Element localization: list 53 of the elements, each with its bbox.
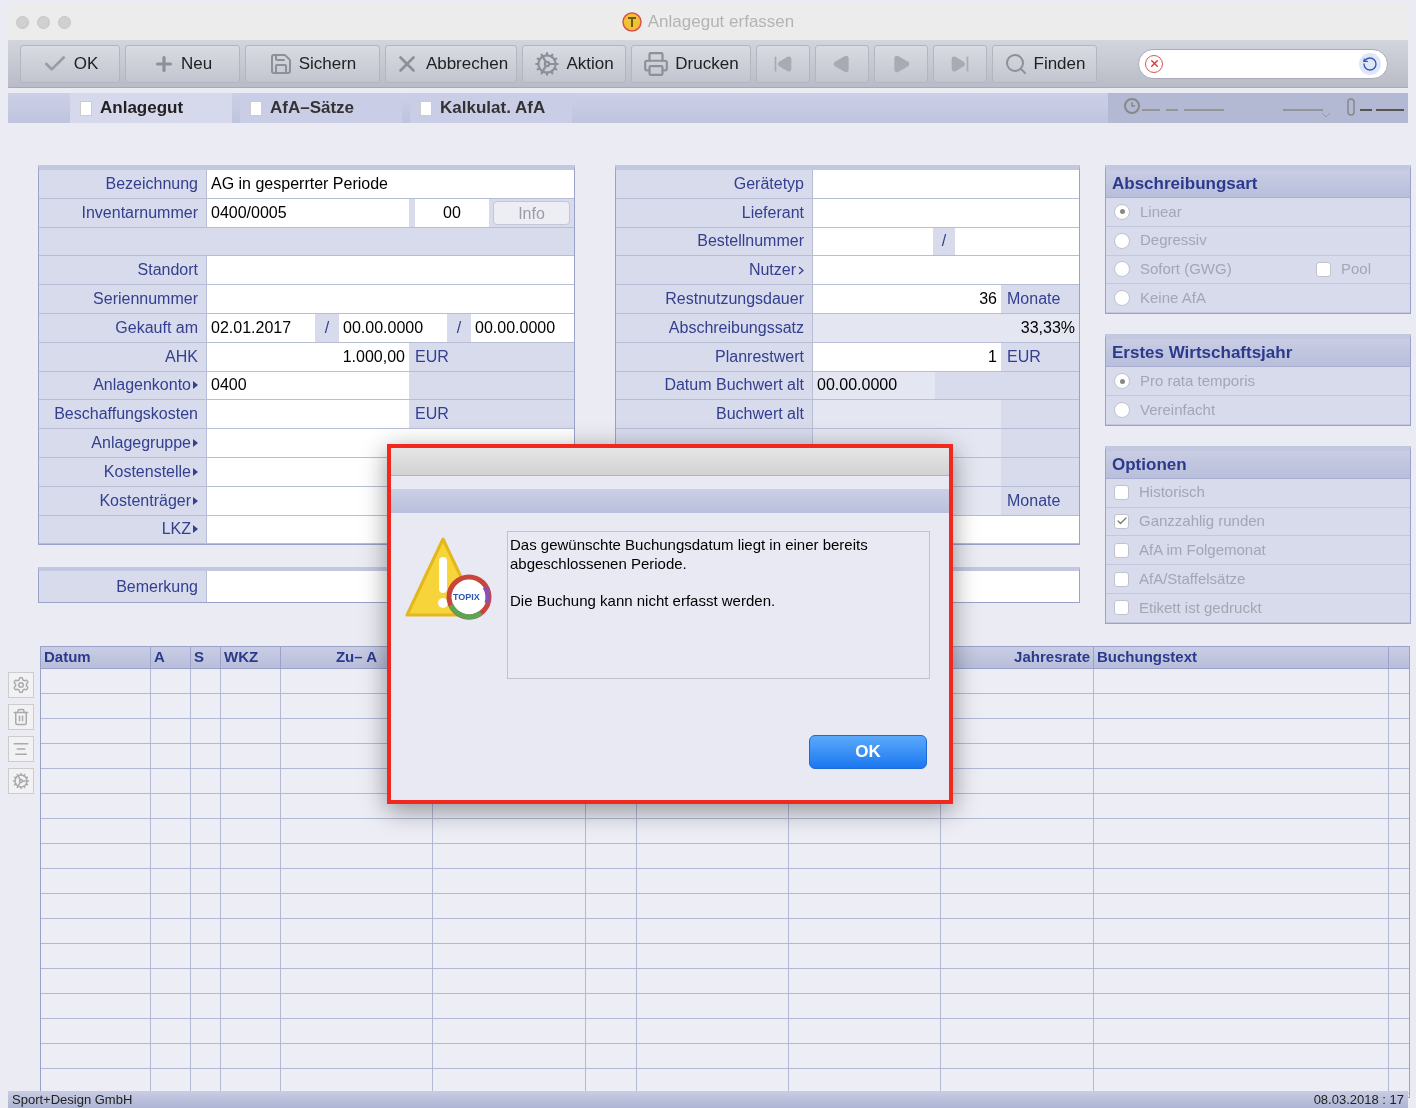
field-label: Bemerkung xyxy=(116,576,198,597)
unit-label: / xyxy=(323,317,331,338)
panel-title: Erstes Wirtschaftsjahr xyxy=(1112,341,1293,364)
unit-label: / xyxy=(455,317,463,338)
field-label: Restnutzungsdauer xyxy=(665,289,804,310)
option-label: AfA/Staffelsätze xyxy=(1139,568,1247,589)
date-value: 00.00.0000 xyxy=(817,375,898,396)
logo-label: TOPIX xyxy=(453,591,480,604)
unit-label: Monate xyxy=(1006,490,1062,511)
option-label: Historisch xyxy=(1139,482,1206,503)
field-label: Bezeichnung xyxy=(105,173,198,194)
unit-label: / xyxy=(940,231,948,252)
unit-label: EUR xyxy=(1006,346,1042,367)
message-text: Das gewünschte Buchungsdatum liegt in einer bereits abgeschlossenen Periode. xyxy=(510,535,869,573)
field-label: Anlagenkonto xyxy=(93,375,191,396)
unit-label: EUR xyxy=(414,404,450,425)
option-label: Pool xyxy=(1341,259,1372,280)
unit-label: EUR xyxy=(414,346,450,367)
option-label: Degressiv xyxy=(1140,230,1208,251)
field-label: Buchwert alt xyxy=(715,404,804,425)
field-label: Seriennummer xyxy=(93,289,198,310)
option-label: Keine AfA xyxy=(1140,288,1207,309)
field-label: Kostenträger xyxy=(99,490,191,511)
option-label: AfA im Folgemonat xyxy=(1139,540,1267,560)
field-label: Anlagegruppe xyxy=(91,433,191,454)
option-label: Linear xyxy=(1140,201,1183,222)
field-label: Inventarnummer xyxy=(81,202,198,223)
option-label: Pro rata temporis xyxy=(1140,370,1257,391)
date-time: 08.03.2018 : 17 xyxy=(1313,1090,1404,1108)
field-label: Abschreibungssatz xyxy=(668,317,804,338)
field-label: Lieferant xyxy=(741,202,804,223)
option-label: Ganzzahlig runden xyxy=(1139,511,1266,532)
field-label: Gerätetyp xyxy=(733,173,804,194)
field-label: Datum Buchwert alt xyxy=(664,375,804,396)
field-label: LKZ xyxy=(161,519,191,540)
rate-value: 33,33% xyxy=(1020,317,1075,338)
panel-title: Optionen xyxy=(1112,453,1187,476)
field-label: Standort xyxy=(137,260,198,281)
company-name: Sport+Design GmbH xyxy=(12,1090,133,1108)
panel-title: Abschreibungsart xyxy=(1112,172,1258,195)
field-label: AHK xyxy=(165,346,198,367)
unit-label: Monate xyxy=(1006,289,1062,310)
field-label: Beschaffungskosten xyxy=(54,404,198,425)
window-title: Anlagegut erfassen xyxy=(647,11,795,34)
option-label: Sofort (GWG) xyxy=(1140,259,1233,280)
field-label: Nutzer xyxy=(748,260,796,281)
field-label: Gekauft am xyxy=(115,317,198,338)
option-label: Vereinfacht xyxy=(1140,399,1217,420)
field-label: Bestellnummer xyxy=(697,231,804,252)
message-text: Die Buchung kann nicht erfasst werden. xyxy=(510,591,777,610)
field-label: Planrestwert xyxy=(715,346,804,367)
field-label: Kostenstelle xyxy=(103,461,191,482)
option-label: Etikett ist gedruckt xyxy=(1139,597,1263,618)
